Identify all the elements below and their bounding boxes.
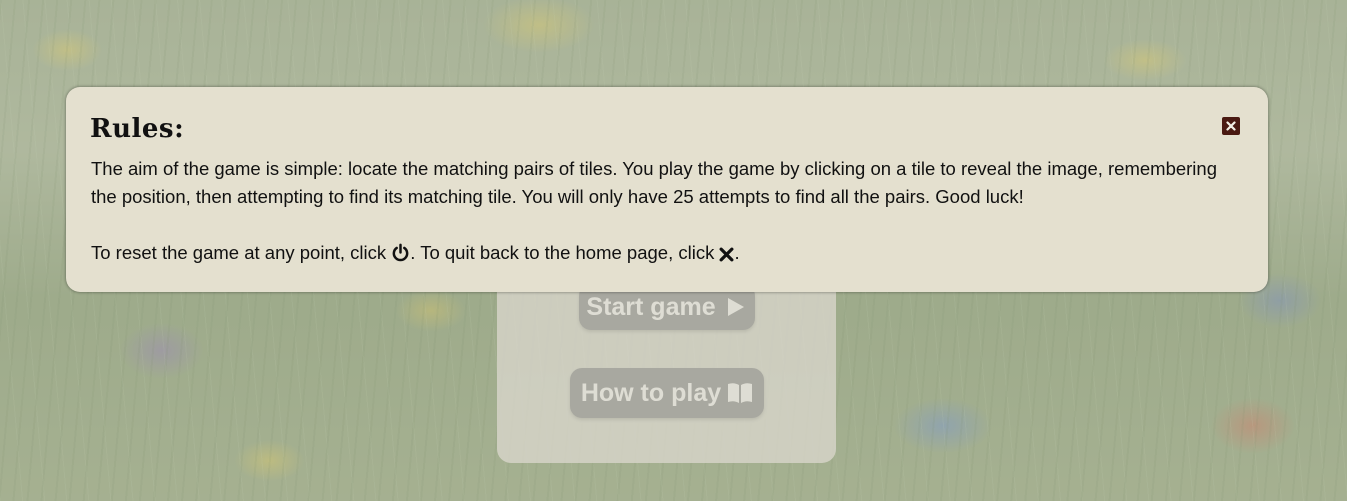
rules-modal: Rules: The aim of the game is simple: lo…	[66, 87, 1268, 292]
rules-paragraph: The aim of the game is simple: locate th…	[91, 158, 1217, 207]
x-icon	[720, 247, 734, 262]
game-background: Start game How to play Rules: The aim of…	[0, 0, 1347, 501]
rules-title: Rules:	[90, 114, 185, 144]
rules-body: The aim of the game is simple: locate th…	[91, 155, 1241, 267]
close-icon	[1226, 121, 1236, 131]
power-icon	[392, 243, 409, 262]
reset-text: To reset the game at any point, click	[91, 242, 392, 263]
end-punctuation: .	[734, 242, 740, 263]
quit-text: . To quit back to the home page, click	[410, 242, 720, 263]
controls-paragraph: To reset the game at any point, click . …	[91, 239, 1241, 267]
close-square-icon[interactable]	[1222, 117, 1240, 135]
